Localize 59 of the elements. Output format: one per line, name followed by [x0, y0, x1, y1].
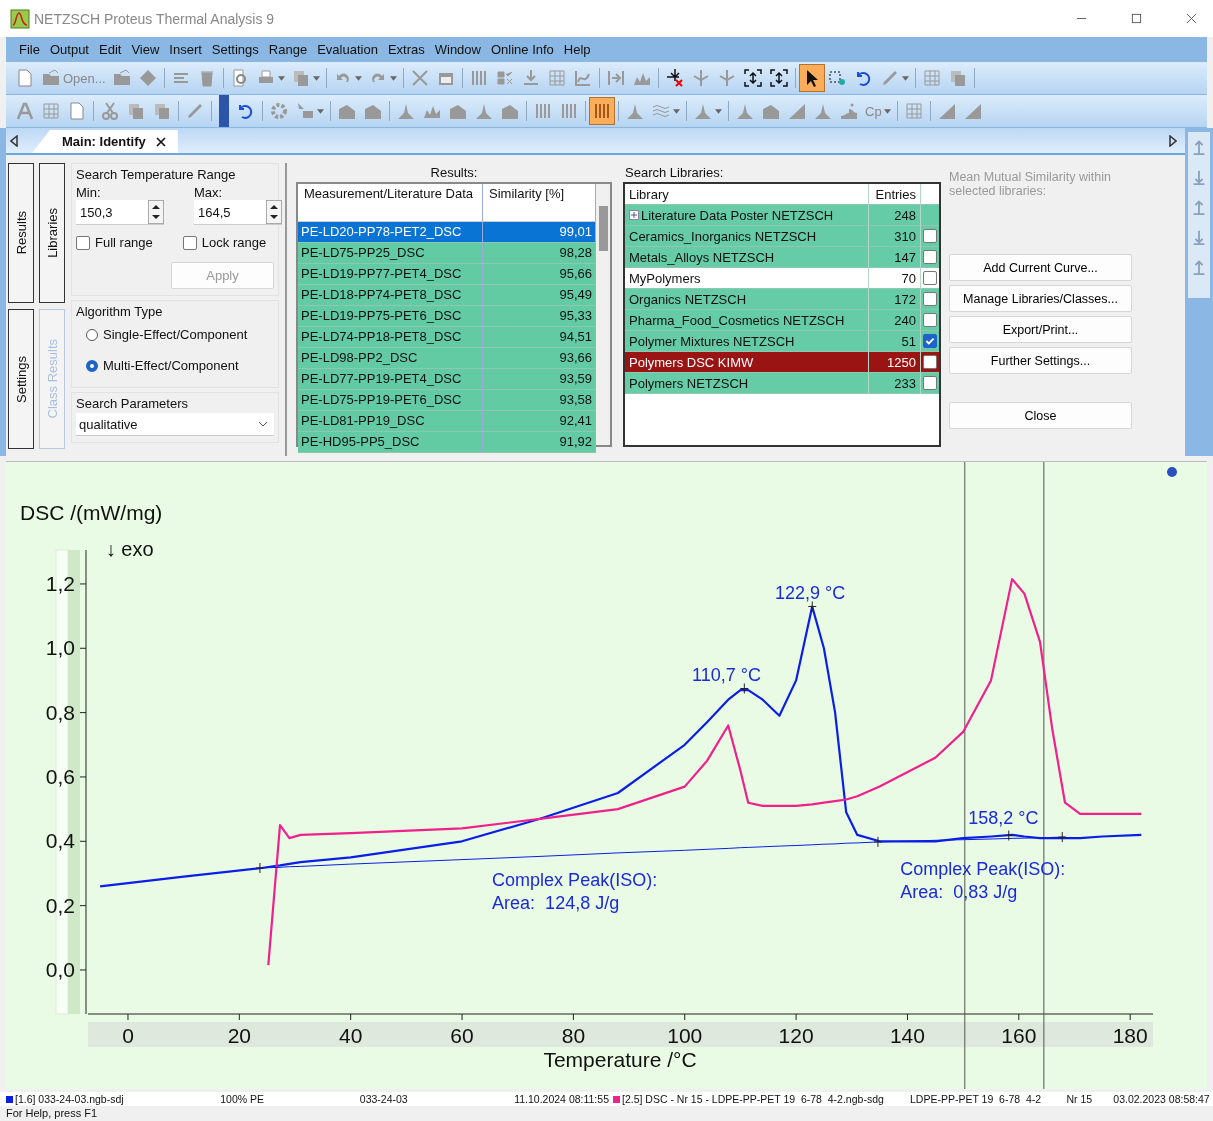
y-tick-label: 1,2	[45, 571, 75, 595]
x-tick-label: 40	[339, 1024, 363, 1047]
results-title: Results:	[430, 165, 478, 180]
x-tick-label: 140	[889, 1024, 925, 1047]
table-cell: Literature Data Poster NETZSCH	[641, 207, 834, 223]
x-tick-label: 0	[122, 1024, 134, 1047]
status-text: [2.5] DSC - Nr 15 - LDPE-PP-PET 19 6-78 4-2.ngb-sdg	[622, 1093, 884, 1105]
table-cell: MyPolymers	[629, 270, 701, 286]
window-title: NETZSCH Proteus Thermal Analysis 9	[34, 10, 276, 27]
table-cell: Pharma_Food_Cosmetics NETZSCH	[629, 312, 845, 328]
y-axis-title: DSC /(mW/mg)	[20, 501, 163, 524]
help-text: For Help, press F1	[6, 1107, 98, 1119]
table-cell: Polymer Mixtures NETZSCH	[629, 333, 795, 349]
table-cell: PE-HD95-PP5_DSC	[298, 432, 483, 453]
chart-annotation: Complex Peak(ISO):	[492, 869, 658, 890]
y-tick-label: 0,6	[45, 764, 75, 788]
status-text: [1.6] 033-24-03.ngb-sdj	[15, 1093, 124, 1105]
group-title: Search Parameters	[76, 396, 189, 411]
table-cell: Polymers NETZSCH	[629, 375, 749, 391]
group-title: Search Temperature Range	[76, 167, 237, 182]
x-tick-label: 160	[1001, 1024, 1037, 1047]
y-tick-label: 0,4	[45, 829, 75, 853]
libraries-title: Search Libraries:	[625, 165, 725, 180]
similarity-note: Mean Mutual Similarity within selected libraries:	[949, 170, 1112, 200]
radio-label: Single-Effect/Component	[103, 327, 248, 342]
x-tick-label: 20	[227, 1024, 251, 1047]
field-label: Max:	[194, 185, 224, 200]
x-tick-label: 100	[667, 1024, 703, 1047]
table-cell: 91,92	[483, 432, 596, 453]
status-text: Nr 15	[1066, 1093, 1093, 1105]
chart-annotation: 122,9 °C	[774, 583, 846, 603]
table-cell: Ceramics_Inorganics NETZSCH	[629, 228, 817, 244]
checkbox-label: Full range	[95, 235, 153, 250]
x-tick-label: 180	[1112, 1024, 1148, 1047]
x-tick-label: 120	[778, 1024, 814, 1047]
table-cell: Polymers DSC KIMW	[629, 354, 754, 370]
y-tick-label: 0,8	[45, 700, 75, 724]
x-tick-label: 80	[561, 1024, 586, 1047]
radio-label: Multi-Effect/Component	[103, 358, 239, 373]
table-cell: Metals_Alloys NETZSCH	[629, 249, 775, 265]
x-tick-label: 60	[450, 1024, 474, 1047]
status-text: 033-24-03	[359, 1093, 408, 1105]
table-cell: 233	[869, 373, 921, 394]
y-tick-label: 0,2	[45, 893, 75, 917]
status-text: 100% PE	[220, 1093, 265, 1105]
group-title: Algorithm Type	[76, 304, 164, 319]
chart-annotation: ↓ exo	[105, 537, 154, 560]
checkbox-label: Lock range	[201, 235, 267, 250]
chart-annotation: 158,2 °C	[968, 807, 1039, 828]
status-text: 11.10.2024 08:11:55	[514, 1093, 609, 1105]
x-axis-title: Temperature /°C	[543, 1048, 697, 1071]
status-text: 03.02.2023 08:58:47	[1113, 1093, 1210, 1105]
table-cell: Organics NETZSCH	[629, 291, 747, 307]
y-tick-label: 1,0	[45, 636, 75, 660]
field-label: Min:	[76, 185, 102, 200]
y-tick-label: 0,0	[45, 957, 75, 981]
status-text: LDPE-PP-PET 19 6-78 4-2	[910, 1093, 1042, 1105]
chart-annotation: Area: 124,8 J/g	[492, 893, 620, 914]
chart-annotation: 110,7 °C	[692, 665, 761, 685]
